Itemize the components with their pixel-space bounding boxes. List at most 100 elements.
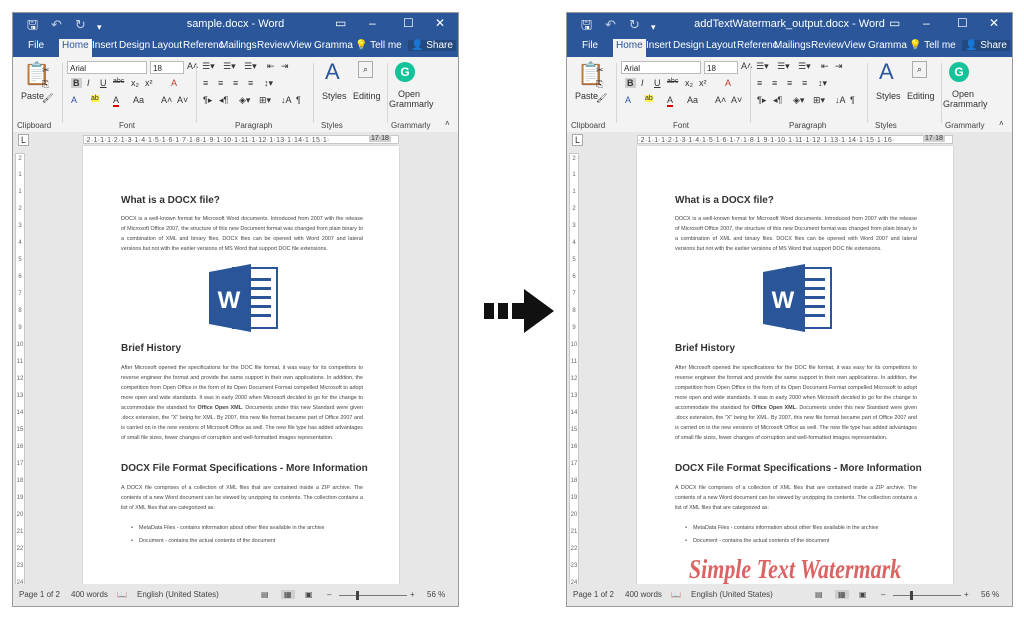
shading-icon[interactable]: ◈▾ [793, 95, 804, 106]
highlight-icon[interactable]: ab [91, 95, 99, 102]
read-mode-icon[interactable]: ▤ [815, 590, 823, 599]
minimize-icon[interactable]: – [923, 16, 930, 30]
font-size-select[interactable]: 18 [704, 61, 738, 74]
sort-icon[interactable]: ↓A [281, 95, 292, 105]
grammarly-icon[interactable]: G [948, 61, 970, 83]
tab-design[interactable]: Design [119, 40, 150, 51]
tab-references[interactable]: Referenc [183, 40, 224, 51]
word-count[interactable]: 400 words [71, 590, 108, 599]
ltr-icon[interactable]: ¶▸ [203, 95, 212, 106]
font-size-select[interactable]: 18 [150, 61, 184, 74]
editing-button[interactable]: Editing [353, 91, 381, 101]
highlight-icon[interactable]: ab [645, 95, 653, 102]
tell-me-search[interactable]: 💡 Tell me [355, 40, 402, 51]
justify-icon[interactable]: ≡ [248, 78, 253, 88]
tab-home[interactable]: Home [59, 39, 92, 57]
tab-selector[interactable]: L [18, 134, 30, 146]
tab-view[interactable]: View [844, 40, 866, 51]
open-grammarly-button[interactable]: Open Grammarly [943, 89, 988, 109]
ruler-right-margin[interactable]: 17·18 [923, 135, 945, 142]
tab-view[interactable]: View [290, 40, 312, 51]
tab-review[interactable]: Review [811, 40, 844, 51]
align-left-icon[interactable]: ≡ [203, 78, 208, 88]
rtl-icon[interactable]: ◂¶ [219, 95, 228, 106]
find-icon[interactable]: ⌕ [358, 61, 374, 78]
italic-button[interactable]: I [87, 78, 90, 88]
tab-layout[interactable]: Layout [152, 40, 182, 51]
underline-button[interactable]: U [100, 78, 107, 88]
zoom-slider-thumb[interactable] [910, 591, 913, 600]
ruler-scale[interactable]: ·2·1·1·1·2·1·3·1·4·1·5·1·6·1·7·1·8·1·9·1… [637, 135, 953, 144]
tab-file[interactable]: File [28, 40, 44, 51]
bullets-icon[interactable]: ☰▾ [756, 61, 769, 72]
read-mode-icon[interactable]: ▤ [261, 590, 269, 599]
collapse-ribbon-icon[interactable]: ˄ [999, 119, 1004, 128]
strikethrough-button[interactable]: abc [113, 78, 124, 85]
align-left-icon[interactable]: ≡ [757, 78, 762, 88]
styles-button[interactable]: Styles [876, 91, 901, 101]
paste-button[interactable]: Paste [575, 91, 598, 101]
text-effects-icon[interactable]: A [625, 95, 631, 105]
bold-button[interactable]: B [625, 78, 636, 88]
superscript-button[interactable]: x² [699, 78, 707, 88]
tab-mailings[interactable]: Mailings [774, 40, 811, 51]
open-grammarly-button[interactable]: Open Grammarly [389, 89, 434, 109]
multilevel-list-icon[interactable]: ☰▾ [244, 61, 257, 72]
document-page[interactable]: What is a DOCX file? DOCX is a well-know… [637, 146, 953, 593]
ribbon-display-icon[interactable]: ▭ [335, 16, 346, 30]
cut-icon[interactable]: ✂ [42, 65, 50, 76]
copy-icon[interactable]: ⎘ [596, 79, 603, 90]
change-case-icon[interactable]: Aa [133, 95, 144, 105]
borders-icon[interactable]: ⊞▾ [259, 95, 271, 106]
format-painter-icon[interactable]: 🖌 [42, 93, 53, 104]
font-name-select[interactable]: Arial [621, 61, 701, 74]
bullets-icon[interactable]: ☰▾ [202, 61, 215, 72]
sort-icon[interactable]: ↓A [835, 95, 846, 105]
print-layout-icon[interactable]: ▦ [835, 590, 849, 599]
maximize-icon[interactable]: ☐ [403, 16, 414, 30]
language-label[interactable]: English (United States) [691, 590, 773, 599]
strikethrough-button[interactable]: abc [667, 78, 678, 85]
tab-insert[interactable]: Insert [646, 40, 671, 51]
zoom-out-button[interactable]: – [327, 590, 331, 599]
bold-button[interactable]: B [71, 78, 82, 88]
numbering-icon[interactable]: ☰▾ [223, 61, 236, 72]
zoom-slider[interactable] [339, 591, 407, 600]
page-count[interactable]: Page 1 of 2 [19, 590, 60, 599]
decrease-indent-icon[interactable]: ⇤ [821, 61, 829, 72]
find-icon[interactable]: ⌕ [912, 61, 928, 78]
share-button[interactable]: 👤 Share [962, 40, 1010, 51]
tab-selector[interactable]: L [572, 134, 584, 146]
text-effects-icon[interactable]: A [71, 95, 77, 105]
web-layout-icon[interactable]: ▣ [305, 590, 313, 599]
shrink-font-icon[interactable]: A˅ [177, 95, 188, 105]
maximize-icon[interactable]: ☐ [957, 16, 968, 30]
tab-grammarly[interactable]: Gramma [314, 40, 353, 51]
share-button[interactable]: 👤 Share [408, 40, 456, 51]
ribbon-display-icon[interactable]: ▭ [889, 16, 900, 30]
print-layout-icon[interactable]: ▦ [281, 590, 295, 599]
shrink-font-icon[interactable]: A˅ [731, 95, 742, 105]
line-spacing-icon[interactable]: ↕▾ [818, 78, 827, 89]
shading-icon[interactable]: ◈▾ [239, 95, 250, 106]
web-layout-icon[interactable]: ▣ [859, 590, 867, 599]
zoom-level[interactable]: 56 % [981, 590, 999, 599]
font-color-icon[interactable]: A [113, 95, 120, 107]
align-right-icon[interactable]: ≡ [233, 78, 238, 88]
format-painter-icon[interactable]: 🖌 [596, 93, 607, 104]
zoom-out-button[interactable]: – [881, 590, 885, 599]
line-spacing-icon[interactable]: ↕▾ [264, 78, 273, 89]
ruler-right-margin[interactable]: 17·18 [369, 135, 391, 142]
close-icon[interactable]: ✕ [989, 16, 999, 30]
tab-layout[interactable]: Layout [706, 40, 736, 51]
tab-grammarly[interactable]: Gramma [868, 40, 907, 51]
italic-button[interactable]: I [641, 78, 644, 88]
show-marks-icon[interactable]: ¶ [850, 95, 855, 105]
grow-font-2-icon[interactable]: A˄ [715, 95, 726, 105]
font-name-select[interactable]: Arial [67, 61, 147, 74]
tab-home[interactable]: Home [613, 39, 646, 57]
editing-button[interactable]: Editing [907, 91, 935, 101]
grow-font-2-icon[interactable]: A˄ [161, 95, 172, 105]
justify-icon[interactable]: ≡ [802, 78, 807, 88]
paste-button[interactable]: Paste [21, 91, 44, 101]
